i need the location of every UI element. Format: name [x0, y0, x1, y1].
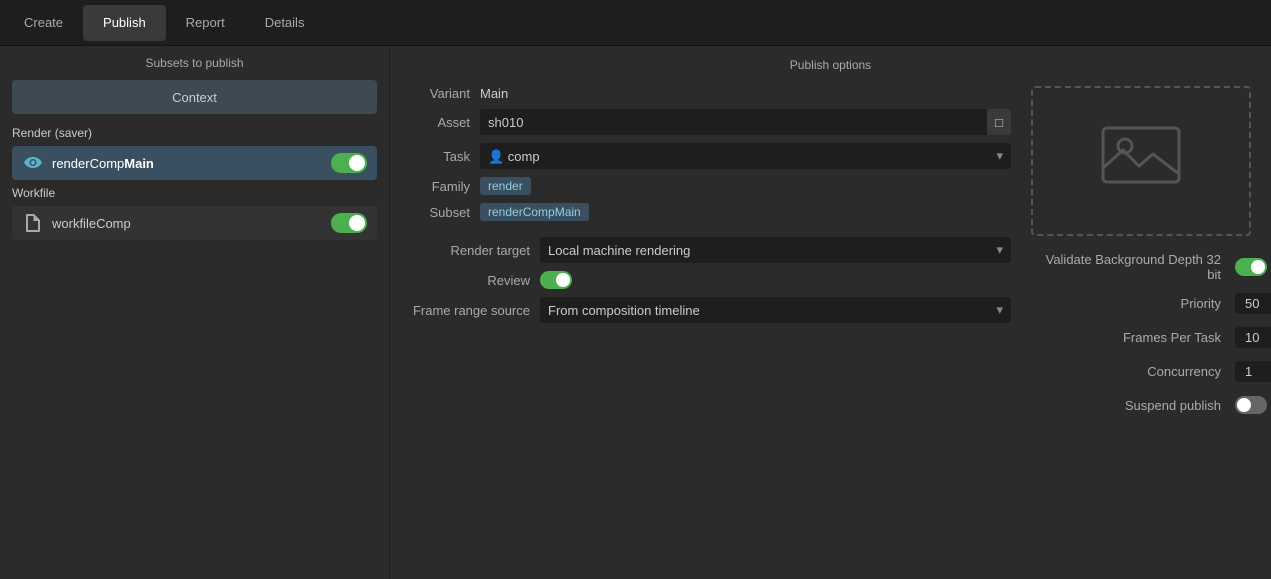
file-icon — [22, 212, 44, 234]
frame-range-select[interactable]: From composition timeline — [540, 297, 1011, 323]
image-placeholder-icon — [1101, 120, 1181, 202]
suspend-publish-toggle[interactable] — [1235, 396, 1267, 414]
frame-range-row: Frame range source From composition time… — [410, 297, 1011, 323]
suspend-publish-label: Suspend publish — [1031, 398, 1221, 413]
review-toggle[interactable] — [540, 271, 572, 289]
validate-bg-depth-toggle[interactable] — [1235, 258, 1267, 276]
thumbnail-area: Validate Background Depth 32 bit Priorit… — [1031, 86, 1251, 567]
render-target-label: Render target — [410, 243, 530, 258]
render-comp-main-item[interactable]: renderCompMain — [12, 146, 377, 180]
validate-bg-depth-label: Validate Background Depth 32 bit — [1031, 252, 1221, 282]
subset-label: Subset — [410, 205, 470, 220]
render-target-select[interactable]: Local machine rendering — [540, 237, 1011, 263]
tab-publish[interactable]: Publish — [83, 5, 166, 41]
variant-label: Variant — [410, 86, 470, 101]
render-target-row: Render target Local machine rendering — [410, 237, 1011, 263]
review-label: Review — [410, 273, 530, 288]
workfile-section-label: Workfile — [12, 186, 377, 200]
render-section-label: Render (saver) — [12, 126, 377, 140]
render-comp-main-toggle[interactable] — [331, 153, 367, 173]
frames-per-task-row: Frames Per Task 10 — [1031, 324, 1251, 350]
render-comp-main-label: renderCompMain — [52, 156, 331, 171]
task-select[interactable]: 👤 comp — [480, 143, 1011, 169]
subset-row: Subset renderCompMain — [410, 203, 1011, 221]
main-content: Subsets to publish Context Render (saver… — [0, 46, 1271, 579]
suspend-publish-row: Suspend publish — [1031, 392, 1251, 418]
asset-label: Asset — [410, 115, 470, 130]
publish-options-title: Publish options — [410, 58, 1251, 72]
review-row: Review — [410, 271, 1011, 289]
validate-bg-depth-row: Validate Background Depth 32 bit — [1031, 252, 1251, 282]
family-row: Family render — [410, 177, 1011, 195]
priority-value: 50 — [1235, 293, 1271, 314]
asset-row: Asset □ — [410, 109, 1011, 135]
frames-per-task-label: Frames Per Task — [1031, 330, 1221, 345]
priority-row: Priority 50 — [1031, 290, 1251, 316]
frame-range-label: Frame range source — [410, 303, 530, 318]
frames-per-task-value: 10 — [1235, 327, 1271, 348]
subsets-panel-title: Subsets to publish — [12, 56, 377, 70]
publish-area: Variant Main Asset □ Task 👤 — [410, 86, 1251, 567]
frame-range-select-wrapper: From composition timeline — [540, 297, 1011, 323]
concurrency-value: 1 — [1235, 361, 1271, 382]
subset-badge: renderCompMain — [480, 203, 589, 221]
concurrency-row: Concurrency 1 — [1031, 358, 1251, 384]
top-navigation: Create Publish Report Details — [0, 0, 1271, 46]
form-section: Variant Main Asset □ Task 👤 — [410, 86, 1011, 567]
tab-details[interactable]: Details — [245, 5, 325, 41]
thumbnail-box — [1031, 86, 1251, 236]
asset-input-group: □ — [480, 109, 1011, 135]
render-target-select-wrapper: Local machine rendering — [540, 237, 1011, 263]
tab-report[interactable]: Report — [166, 5, 245, 41]
family-badge: render — [480, 177, 531, 195]
right-panel: Publish options Variant Main Asset □ — [390, 46, 1271, 579]
variant-row: Variant Main — [410, 86, 1011, 101]
asset-expand-button[interactable]: □ — [987, 109, 1011, 135]
bottom-options: Render target Local machine rendering Re… — [410, 237, 1011, 323]
task-row: Task 👤 comp — [410, 143, 1011, 169]
priority-label: Priority — [1031, 296, 1221, 311]
asset-input[interactable] — [480, 109, 987, 135]
right-options: Validate Background Depth 32 bit Priorit… — [1031, 252, 1251, 418]
workfile-comp-label: workfileComp — [52, 216, 331, 231]
task-label: Task — [410, 149, 470, 164]
left-panel: Subsets to publish Context Render (saver… — [0, 46, 390, 579]
context-button[interactable]: Context — [12, 80, 377, 114]
task-select-wrapper: 👤 comp — [480, 143, 1011, 169]
family-label: Family — [410, 179, 470, 194]
variant-value: Main — [480, 86, 508, 101]
workfile-comp-item[interactable]: workfileComp — [12, 206, 377, 240]
tab-create[interactable]: Create — [4, 5, 83, 41]
concurrency-label: Concurrency — [1031, 364, 1221, 379]
workfile-comp-toggle[interactable] — [331, 213, 367, 233]
eye-icon — [22, 152, 44, 174]
